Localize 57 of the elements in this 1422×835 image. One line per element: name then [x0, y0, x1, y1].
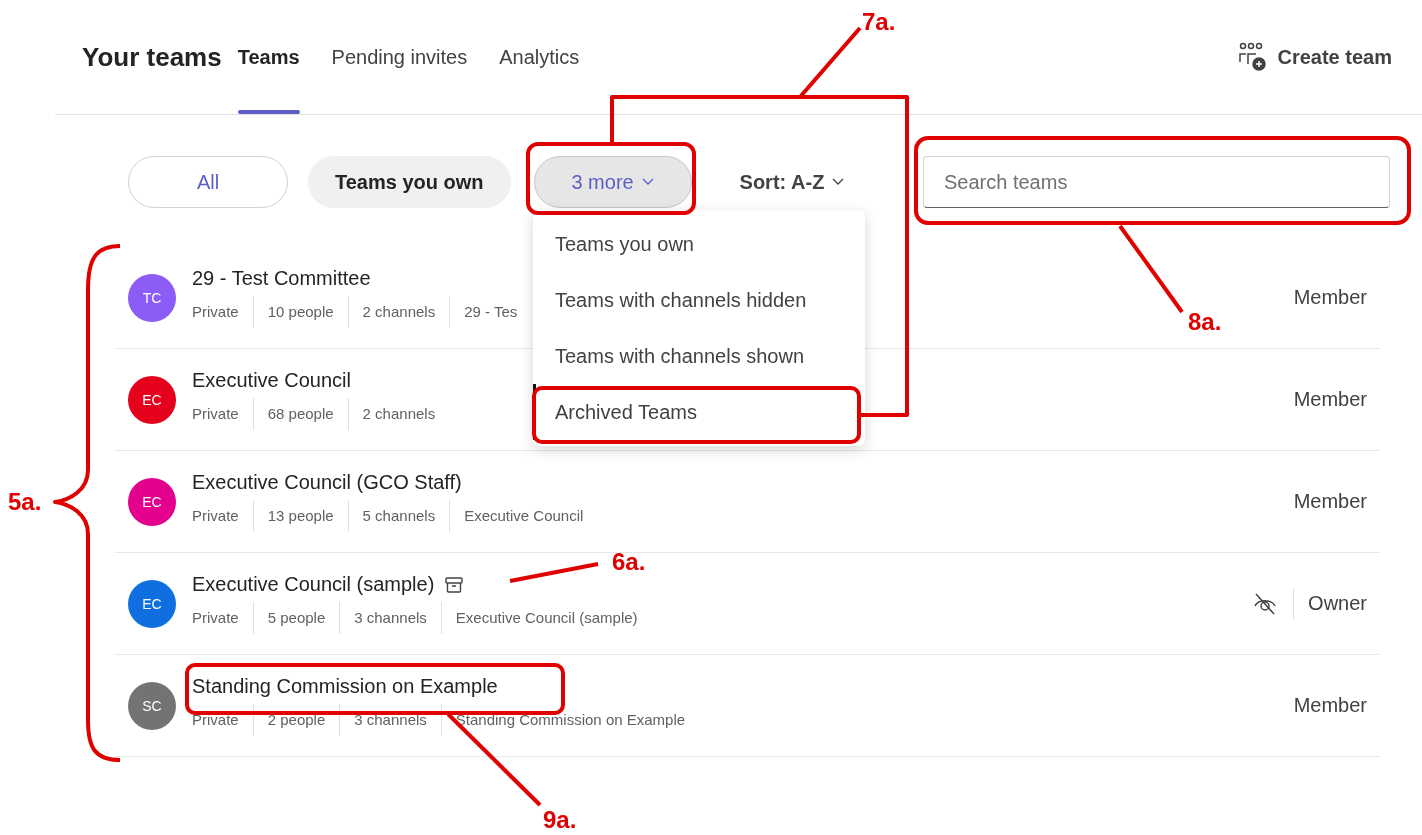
team-detail: 3 channels — [339, 704, 441, 736]
menu-item[interactable]: Teams with channels shown — [533, 328, 865, 384]
menu-item[interactable]: Teams you own — [533, 216, 865, 272]
chevron-down-icon — [832, 178, 845, 186]
team-detail: 5 people — [252, 602, 340, 634]
team-detail: 68 people — [252, 398, 348, 430]
annotation-label: 7a. — [862, 8, 896, 36]
team-detail: Private — [192, 404, 240, 424]
avatar: EC — [128, 375, 176, 424]
avatar: EC — [128, 477, 176, 526]
menu-item[interactable]: Archived Teams — [533, 384, 865, 440]
team-detail: 3 channels — [339, 602, 441, 634]
team-name: 29 - Test Committee — [192, 267, 371, 290]
tab[interactable]: Teams — [237, 0, 300, 115]
team-detail: 2 channels — [347, 398, 450, 430]
team-detail: 10 people — [252, 296, 348, 328]
annotation-label: 5a. — [8, 488, 42, 516]
team-role: Member — [1293, 490, 1367, 513]
create-team-button[interactable]: Create team — [1231, 41, 1398, 73]
sort-button[interactable]: Sort: A-Z — [733, 169, 851, 195]
team-detail: Private — [192, 506, 240, 526]
avatar: TC — [128, 273, 176, 322]
filter-chip[interactable]: All — [128, 156, 288, 208]
team-name: Standing Commission on Example — [192, 675, 498, 698]
menu-item[interactable]: Teams with channels hidden — [533, 272, 865, 328]
tab[interactable]: Pending invites — [331, 0, 468, 115]
team-detail: 29 - Tes — [449, 296, 532, 328]
avatar: EC — [128, 579, 176, 628]
team-role: Member — [1293, 286, 1367, 309]
team-detail: Executive Council — [449, 500, 598, 532]
avatar: SC — [128, 681, 176, 730]
team-detail: Private — [192, 710, 240, 730]
page-title: Your teams — [82, 41, 222, 73]
annotation-label: 8a. — [1188, 308, 1222, 336]
search-field[interactable]: Search teams — [923, 156, 1390, 208]
team-detail: Private — [192, 302, 240, 322]
team-detail: 2 channels — [347, 296, 450, 328]
more-filters-button[interactable]: 3 more — [533, 156, 692, 208]
team-detail: 2 people — [252, 704, 340, 736]
team-role: Owner — [1308, 592, 1367, 615]
team-role: Member — [1293, 388, 1367, 411]
tab[interactable]: Analytics — [499, 0, 580, 115]
team-detail: 5 channels — [347, 500, 450, 532]
team-detail: Executive Council (sample) — [440, 602, 652, 634]
chevron-down-icon — [641, 178, 654, 186]
team-name: Executive Council (sample) — [192, 573, 435, 596]
annotation-label: 9a. — [543, 806, 577, 834]
team-detail: Standing Commission on Example — [440, 704, 700, 736]
team-name: Executive Council (GCO Staff) — [192, 471, 462, 494]
filter-chip[interactable]: Teams you own — [308, 156, 511, 208]
team-role: Member — [1293, 694, 1367, 717]
team-name: Executive Council — [192, 369, 351, 392]
annotation-label: 6a. — [612, 548, 646, 576]
team-detail: 13 people — [252, 500, 348, 532]
archive-icon — [444, 574, 465, 595]
team-detail: Private — [192, 608, 240, 628]
team-add-icon — [1237, 42, 1268, 72]
